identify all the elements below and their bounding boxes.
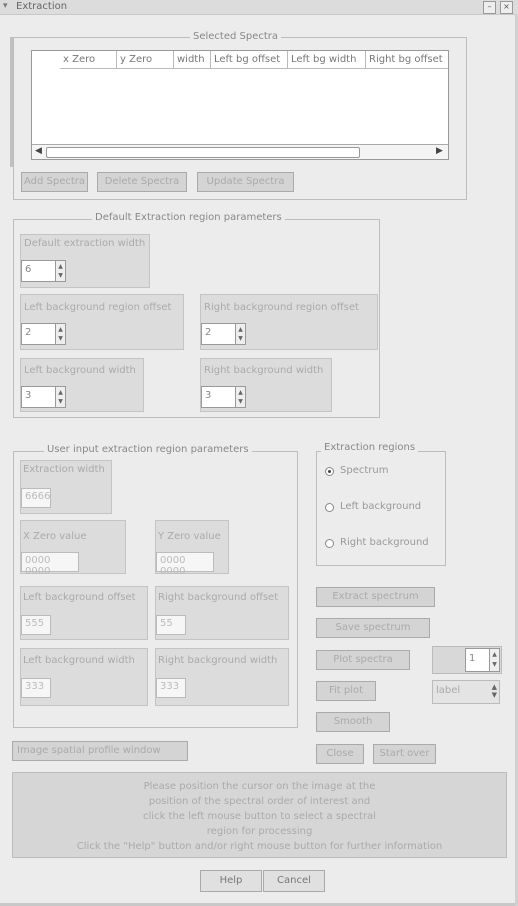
right-bg-offset-label: Right background region offset xyxy=(204,302,359,313)
spin-value: 6 xyxy=(25,264,32,275)
left-bg-offset-label: Left background region offset xyxy=(24,302,172,313)
add-spectra-button[interactable]: Add Spectra xyxy=(21,172,88,192)
scroll-right-icon[interactable]: ▶ xyxy=(436,146,443,156)
title-bar: ▾ Extraction – × xyxy=(0,0,518,15)
spin-down-icon[interactable]: ▼ xyxy=(57,336,64,342)
combo-arrow-icon[interactable]: ▲ ▼ xyxy=(492,683,497,699)
left-bg-width-label: Left background width xyxy=(24,365,136,376)
spin-up-icon[interactable]: ▲ xyxy=(57,327,64,333)
default-extraction-width-spin[interactable]: 6 ▲ ▼ xyxy=(21,260,66,282)
plot-spectra-button[interactable]: Plot spectra xyxy=(316,650,410,670)
spin-arrows[interactable]: ▲ ▼ xyxy=(235,324,245,344)
spin-value: 2 xyxy=(205,327,212,338)
spin-arrows[interactable]: ▲ ▼ xyxy=(55,387,65,407)
save-spectrum-button[interactable]: Save spectrum xyxy=(316,618,430,638)
left-background-radio[interactable] xyxy=(325,503,334,512)
column-header-left-bg-offset[interactable]: Left bg offset xyxy=(211,51,288,69)
spin-arrows[interactable]: ▲ ▼ xyxy=(489,649,499,671)
spin-value: 2 xyxy=(25,327,32,338)
spin-down-icon[interactable]: ▼ xyxy=(491,662,498,668)
spin-value: 3 xyxy=(25,390,32,401)
cancel-button[interactable]: Cancel xyxy=(263,870,325,892)
app-menu-icon[interactable]: ▾ xyxy=(3,1,8,11)
column-header-x-zero[interactable]: x Zero xyxy=(60,51,117,69)
spin-up-icon[interactable]: ▲ xyxy=(237,327,244,333)
right-background-radio-label[interactable]: Right background xyxy=(340,537,429,548)
spectrum-radio[interactable] xyxy=(325,467,334,476)
close-icon[interactable]: × xyxy=(500,1,513,14)
spin-up-icon[interactable]: ▲ xyxy=(237,390,244,396)
spin-arrows[interactable]: ▲ ▼ xyxy=(235,387,245,407)
image-profile-window-button[interactable]: Image spatial profile window xyxy=(12,741,188,761)
user-left-bg-width-input[interactable]: 333 xyxy=(21,678,51,698)
spin-value: 1 xyxy=(469,653,476,664)
user-right-bg-offset-input[interactable]: 55 xyxy=(156,615,186,635)
spin-value: 3 xyxy=(205,390,212,401)
update-spectra-button[interactable]: Update Spectra xyxy=(197,172,294,192)
scroll-left-icon[interactable]: ◀ xyxy=(35,146,42,156)
spin-arrows[interactable]: ▲ ▼ xyxy=(55,324,65,344)
spectra-table[interactable]: x Zero y Zero width Left bg offset Left … xyxy=(31,50,449,160)
y-zero-label: Y Zero value xyxy=(158,531,221,542)
fit-plot-button[interactable]: Fit plot xyxy=(316,681,376,701)
help-line-2: position of the spectral order of intere… xyxy=(148,796,371,807)
fit-combo[interactable]: label ▲ ▼ xyxy=(432,680,500,704)
spin-up-icon[interactable]: ▲ xyxy=(57,264,64,270)
column-header-y-zero[interactable]: y Zero xyxy=(117,51,174,69)
column-header-right-bg-offset[interactable]: Right bg offset xyxy=(366,51,448,69)
default-extraction-width-label: Default extraction width xyxy=(24,238,146,249)
spin-up-icon[interactable]: ▲ xyxy=(491,652,498,658)
user-left-bg-width-label: Left background width xyxy=(23,655,135,666)
spin-down-icon[interactable]: ▼ xyxy=(57,399,64,405)
user-params-label: User input extraction region parameters xyxy=(44,444,252,455)
extraction-regions-label: Extraction regions xyxy=(321,442,419,453)
help-line-3: click the left mouse button to select a … xyxy=(143,811,376,822)
y-zero-input[interactable]: 0000 0000 xyxy=(156,552,214,577)
fit-combo-value: label xyxy=(436,685,461,696)
help-text-box: Please position the cursor on the image … xyxy=(12,772,507,858)
x-zero-label: X Zero value xyxy=(23,531,87,542)
spin-down-icon[interactable]: ▼ xyxy=(237,336,244,342)
start-over-button[interactable]: Start over xyxy=(373,744,436,764)
right-background-radio[interactable] xyxy=(325,539,334,548)
spin-down-icon[interactable]: ▼ xyxy=(57,273,64,279)
user-left-bg-offset-label: Left background offset xyxy=(23,592,136,603)
left-bg-offset-spin[interactable]: 2 ▲ ▼ xyxy=(21,323,66,345)
left-background-radio-label[interactable]: Left background xyxy=(340,501,421,512)
right-bg-width-spin[interactable]: 3 ▲ ▼ xyxy=(201,386,246,408)
right-bg-width-label: Right background width xyxy=(204,365,324,376)
window-title: Extraction xyxy=(16,1,68,12)
user-left-bg-offset-input[interactable]: 555 xyxy=(21,615,51,635)
scrollbar-thumb[interactable] xyxy=(46,147,360,158)
plot-spectra-spin[interactable]: 1 ▲ ▼ xyxy=(465,648,500,672)
user-right-bg-offset-label: Right background offset xyxy=(158,592,279,603)
user-extraction-width-label: Extraction width xyxy=(23,464,105,475)
user-right-bg-width-input[interactable]: 333 xyxy=(156,678,186,698)
column-header-left-bg-width[interactable]: Left bg width xyxy=(288,51,366,69)
spin-arrows[interactable]: ▲ ▼ xyxy=(55,261,65,281)
user-extraction-width-input[interactable]: 6666 xyxy=(21,488,51,508)
user-right-bg-width-label: Right background width xyxy=(158,655,278,666)
help-button[interactable]: Help xyxy=(200,870,262,892)
spectrum-radio-label[interactable]: Spectrum xyxy=(340,465,388,476)
column-header-width[interactable]: width xyxy=(174,51,211,69)
default-params-label: Default Extraction region parameters xyxy=(92,212,285,223)
close-button[interactable]: Close xyxy=(316,744,364,764)
right-bg-offset-spin[interactable]: 2 ▲ ▼ xyxy=(201,323,246,345)
selected-spectra-label: Selected Spectra xyxy=(190,31,282,42)
extract-spectrum-button[interactable]: Extract spectrum xyxy=(316,587,435,607)
minimize-icon[interactable]: – xyxy=(483,1,496,14)
left-edge-bar xyxy=(10,37,13,167)
spin-down-icon[interactable]: ▼ xyxy=(237,399,244,405)
help-line-1: Please position the cursor on the image … xyxy=(143,781,376,792)
horizontal-scrollbar[interactable]: ◀ ▶ xyxy=(32,144,448,159)
spin-up-icon[interactable]: ▲ xyxy=(57,390,64,396)
x-zero-input[interactable]: 0000 0000 xyxy=(21,552,79,577)
help-line-4: region for processing xyxy=(206,826,313,837)
left-bg-width-spin[interactable]: 3 ▲ ▼ xyxy=(21,386,66,408)
smooth-button[interactable]: Smooth xyxy=(316,712,390,732)
delete-spectra-button[interactable]: Delete Spectra xyxy=(97,172,187,192)
help-line-5: Click the "Help" button and/or right mou… xyxy=(76,841,443,852)
